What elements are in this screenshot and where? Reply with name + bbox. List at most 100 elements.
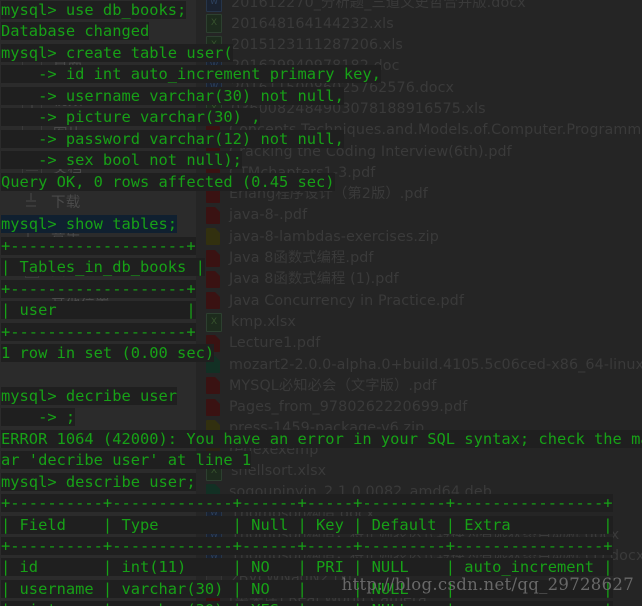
- file-row[interactable]: java-8-lambdas-exercises.zip: [200, 226, 642, 247]
- file-row[interactable]: Java Concurrency in Practice.pdf: [200, 290, 642, 311]
- file-name: Pages_from_9780262220699.pdf: [229, 399, 468, 416]
- pdf-file-icon: [206, 271, 220, 288]
- file-row[interactable]: sogoupinyin_2.1.0.0082_amd64.deb: [200, 482, 642, 503]
- file-row[interactable]: regexexemp: [200, 439, 642, 460]
- sidebar-item-label: 视频: [53, 92, 83, 109]
- sidebar-item-label: 音乐: [51, 228, 81, 245]
- sidebar-item-label: 图片: [53, 126, 83, 143]
- downloads-icon: [22, 192, 40, 210]
- file-row[interactable]: shellsort.xlsx: [200, 461, 642, 482]
- sidebar-item-label: 桌面: [53, 58, 83, 75]
- xls-file-icon: [206, 312, 222, 332]
- file-row[interactable]: Pages_from_9780262220699.pdf: [200, 397, 642, 418]
- file-name: Cracking the Coding Interview(6th).pdf: [229, 143, 512, 160]
- file-row[interactable]: 2015123111287206.xls: [200, 35, 642, 56]
- file-name: 2015123111287206.xls: [231, 37, 403, 54]
- file-name: Java Concurrency in Practice.pdf: [229, 292, 464, 309]
- file-row[interactable]: Thompson构造.docx: [200, 503, 642, 524]
- desktop-icon: [22, 55, 42, 75]
- xls-file-icon: [206, 461, 222, 481]
- file-row[interactable]: press-1459-package-v6.zip: [200, 418, 642, 439]
- zip-file-icon: [206, 228, 220, 246]
- deb-file-icon: [206, 483, 220, 501]
- xls-file-icon: [206, 14, 222, 34]
- pdf-file-icon: [206, 207, 220, 225]
- sidebar-item-2[interactable]: 视频: [0, 82, 196, 116]
- file-row[interactable]: Lecture1.pdf: [200, 333, 642, 354]
- file-name: Lecture1.pdf: [229, 335, 321, 352]
- file-row[interactable]: 201629940978182.doc: [200, 56, 642, 77]
- file-row[interactable]: 201612270_分析题_三道文史哲合并版.docx: [200, 0, 642, 13]
- file-row[interactable]: 20161150086025762576.docx: [200, 77, 642, 98]
- file-name: Concepts.Techniques.and.Models.of.Comput…: [229, 122, 642, 139]
- file-name: CTMchapters1-3.pdf: [229, 164, 376, 181]
- zip-file-icon: [206, 420, 220, 438]
- file-row[interactable]: MYSQL必知必会（文字版）.pdf: [200, 375, 642, 396]
- file-name: MYSQL必知必会（文字版）.pdf: [229, 377, 437, 394]
- doc-file-icon: [206, 504, 222, 524]
- watermark-url: http://blog.csdn.net/qq_29728627: [341, 575, 634, 594]
- file-name: 201629940978182.doc: [231, 58, 400, 75]
- sidebar-item-4[interactable]: 文档: [0, 150, 196, 184]
- sidebar-item-6[interactable]: 音乐: [0, 218, 196, 252]
- pdf-file-icon: [206, 398, 220, 416]
- doc-file-icon: [206, 57, 222, 77]
- file-name: shellsort.xlsx: [231, 463, 327, 480]
- file-name: press-1459-package-v6.zip: [229, 420, 425, 437]
- file-name: zBVcWNagN2.txt: [231, 569, 354, 586]
- xls-file-icon: [206, 35, 222, 55]
- music-icon: [22, 226, 40, 244]
- file-row[interactable]: kmp.xlsx: [200, 311, 642, 332]
- file-row[interactable]: 0360082484903078188916575.xls: [200, 98, 642, 119]
- file-name: Erlang程序设计（第2版）.pdf: [229, 186, 428, 203]
- pdf-file-icon: [206, 164, 220, 182]
- sidebar-item-8[interactable]: 其他位置: [0, 286, 196, 320]
- pdf-file-icon: [206, 249, 220, 267]
- file-name: kmp.xlsx: [231, 313, 296, 330]
- file-row[interactable]: Thompson构造，将正则表达式转换为有限状态自动机 (1).docx: [200, 546, 642, 567]
- other-locations-icon: [22, 294, 40, 312]
- sidebar-item-label: 下载: [51, 194, 81, 211]
- file-manager-sidebar: 桌面视频图片文档下载音乐回收站其他位置: [0, 0, 196, 606]
- deb-file-icon: [206, 356, 220, 374]
- sidebar-item-5[interactable]: 下载: [0, 184, 196, 218]
- file-name: 0360082484903078188916575.xls: [231, 100, 486, 117]
- sidebar-item-label: 回收站: [51, 262, 96, 279]
- file-row[interactable]: CTMchapters1-3.pdf: [200, 162, 642, 183]
- xls-file-icon: [206, 99, 222, 119]
- pdf-file-icon: [206, 292, 220, 310]
- sidebar-item-label: 文档: [53, 160, 83, 177]
- pdf-file-icon: [206, 121, 220, 139]
- pdf-file-icon: [206, 377, 220, 395]
- file-manager-file-list[interactable]: 201612270_分析题_三道文史哲合并版.docx 2016481641442…: [196, 0, 642, 606]
- file-name: Thompson构造，将正则表达式转换为有限状态自动机.docx: [231, 526, 620, 543]
- pdf-file-icon: [206, 143, 220, 161]
- txt-file-icon: [206, 568, 222, 588]
- sidebar-item-7[interactable]: 回收站: [0, 252, 196, 286]
- trash-icon: [22, 260, 40, 278]
- pdf-file-icon: [206, 334, 220, 352]
- file-name: sogoupinyin_2.1.0.0082_amd64.deb: [229, 484, 492, 501]
- documents-icon: [22, 157, 42, 177]
- sidebar-item-3[interactable]: 图片: [0, 116, 196, 150]
- file-name: java-8-lambdas-exercises.zip: [229, 228, 439, 245]
- doc-file-icon: [206, 546, 222, 566]
- generic-file-icon: [206, 441, 220, 459]
- doc-file-icon: [206, 525, 222, 545]
- file-name: 20161150086025762576.docx: [231, 79, 455, 96]
- file-name: java-8-.pdf: [229, 207, 308, 224]
- sidebar-item-1[interactable]: 桌面: [0, 48, 196, 82]
- doc-file-icon: [206, 78, 222, 98]
- file-row[interactable]: Cracking the Coding Interview(6th).pdf: [200, 141, 642, 162]
- file-row[interactable]: Java 8函数式编程.pdf: [200, 248, 642, 269]
- file-row[interactable]: 201648164144232.xls: [200, 13, 642, 34]
- file-row[interactable]: java-8-.pdf: [200, 205, 642, 226]
- file-row[interactable]: Concepts.Techniques.and.Models.of.Comput…: [200, 120, 642, 141]
- file-name: 201612270_分析题_三道文史哲合并版.docx: [231, 0, 526, 11]
- screen: 桌面视频图片文档下载音乐回收站其他位置 201612270_分析题_三道文史哲合…: [0, 0, 642, 606]
- file-row[interactable]: mozart2-2.0.0-alpha.0+build.4105.5c06ced…: [200, 354, 642, 375]
- file-row[interactable]: Erlang程序设计（第2版）.pdf: [200, 184, 642, 205]
- file-row[interactable]: Thompson构造，将正则表达式转换为有限状态自动机.docx: [200, 524, 642, 545]
- file-name: Thompson构造.docx: [231, 505, 375, 522]
- file-row[interactable]: Java 8函数式编程 (1).pdf: [200, 269, 642, 290]
